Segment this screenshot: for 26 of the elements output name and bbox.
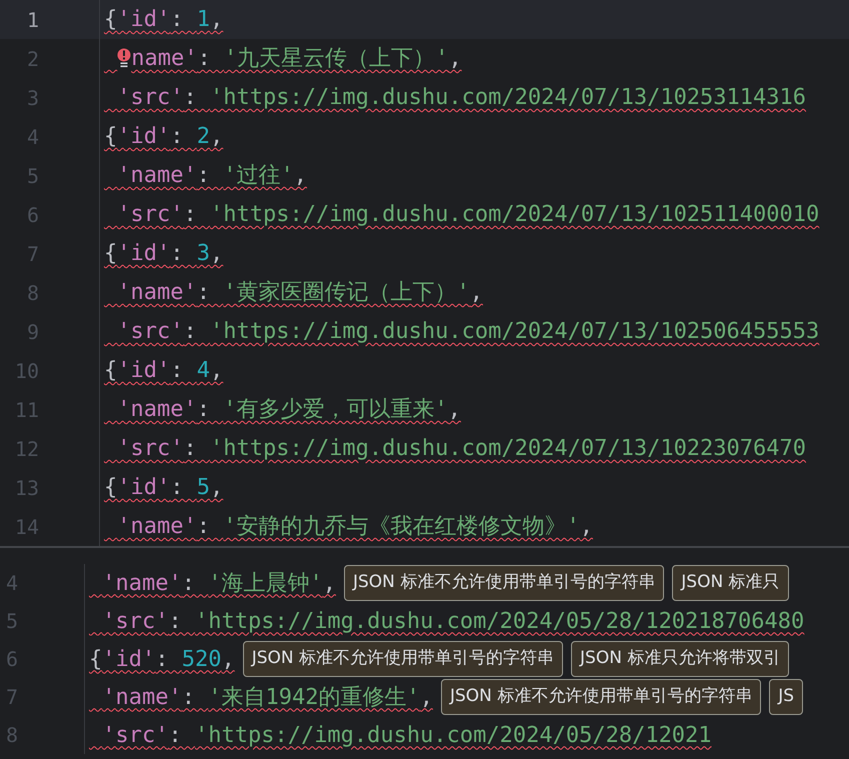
code-line: 'name': '海上晨钟', — [101, 570, 336, 598]
code-line: 'name': '有多少爱，可以重来', — [116, 396, 462, 424]
code-line: 'name': '来自1942的重修生', — [101, 684, 433, 712]
inlay-hint: JSON 标准不允许使用带单引号的字符串 — [242, 641, 564, 677]
inlay-hint: JS — [769, 679, 804, 715]
code-line: {'id': 5, — [103, 474, 224, 502]
code-line: 'src': 'https://img.dushu.com/2024/07/13/10253114316 — [116, 84, 808, 112]
line-number: 1 — [0, 0, 100, 39]
inlay-hint: JSON 标准不允许使用带单引号的字符串 — [344, 565, 664, 601]
code-line: 'src': 'https://img.dushu.com/2024/05/28/120218706480 — [101, 608, 804, 636]
code-line: 'src': 'https://img.dushu.com/2024/07/13/102506455553 — [116, 318, 820, 346]
inlay-hint: JSON 标准不允许使用带单引号的字符串 — [440, 679, 762, 715]
code-line: 'name': '黄家医圈传记（上下）', — [116, 279, 484, 307]
code-line: 'src': 'https://img.dushu.com/2024/07/13/102511400010 — [116, 201, 820, 229]
code-line: {'id': 3, — [103, 240, 224, 268]
bulb-icon[interactable] — [117, 48, 132, 70]
code-line: 'name': '安静的九乔与《我在红楼修文物》', — [116, 513, 594, 541]
inlay-hint: JSON 标准只允许将带双引 — [571, 641, 790, 677]
code-line: {'id': 4, — [103, 357, 224, 385]
code-line: {'id': 520, — [88, 646, 235, 674]
inlay-hint: JSON 标准只 — [672, 565, 789, 601]
code-line: {'id': 2, — [103, 123, 224, 151]
code-line: 'name': '过往', — [116, 162, 308, 190]
code-line: 'src': 'https://img.dushu.com/2024/07/13/10223076470 — [116, 435, 808, 463]
code-line: name': '九天星云传（上下）', — [100, 39, 849, 78]
code-line: 'src': 'https://img.dushu.com/2024/05/28/12021 — [101, 722, 712, 750]
